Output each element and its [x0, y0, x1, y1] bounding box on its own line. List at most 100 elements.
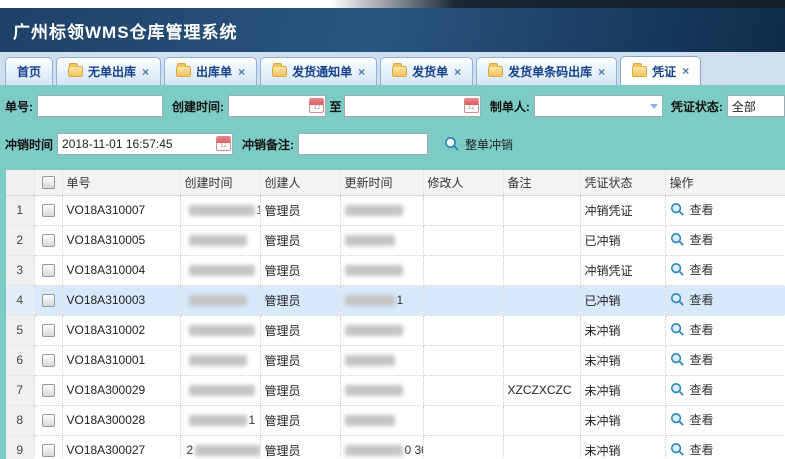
status-cell: 冲销凭证 [580, 195, 665, 225]
view-link[interactable]: 查看 [670, 441, 714, 458]
view-link[interactable]: 查看 [670, 201, 714, 218]
table-row[interactable]: 4 VO18A310003 管理员 1 已冲销 查看 [6, 285, 785, 315]
redacted-created-time [189, 325, 255, 336]
created-time-fragment: 1 [249, 413, 256, 427]
create-time-to-input[interactable] [344, 95, 480, 117]
redacted-updated-time [345, 325, 403, 336]
view-link[interactable]: 查看 [670, 381, 714, 398]
status-label: 凭证状态: [671, 98, 723, 115]
writeoff-whole-order-button[interactable]: 整单冲销 [444, 136, 513, 153]
col-order-no: 单号 [62, 170, 180, 195]
close-icon[interactable]: × [142, 66, 149, 78]
magnifier-icon [670, 382, 685, 397]
row-checkbox[interactable] [42, 294, 55, 307]
modifier-cell [423, 375, 503, 405]
updated-time-cell [340, 225, 423, 255]
folder-icon [272, 66, 287, 77]
close-icon[interactable]: × [598, 66, 605, 78]
view-link-label: 查看 [690, 261, 714, 278]
magnifier-icon [670, 262, 685, 277]
writeoff-time-input[interactable] [57, 133, 233, 155]
maker-select[interactable] [534, 95, 663, 117]
tab-item[interactable]: 发货通知单 × [260, 57, 377, 85]
note-cell [503, 315, 580, 345]
close-icon[interactable]: × [454, 66, 461, 78]
tab-item[interactable]: 凭证 × [620, 56, 701, 85]
table-row[interactable]: 9 VO18A300027 20 1 管理员 0 30 未冲销 查看 [6, 435, 785, 459]
table-row[interactable]: 7 VO18A300029 管理员 XZCZXCZC 未冲销 查看 [6, 375, 785, 405]
modifier-cell [423, 225, 503, 255]
redacted-created-time [189, 355, 247, 366]
row-checkbox[interactable] [42, 354, 55, 367]
writeoff-note-input[interactable] [298, 133, 428, 155]
tab-item[interactable]: 无单出库 × [56, 57, 161, 85]
operation-cell: 查看 [665, 345, 785, 375]
note-cell [503, 255, 580, 285]
operation-cell: 查看 [665, 405, 785, 435]
col-modifier: 修改人 [423, 170, 503, 195]
close-icon[interactable]: × [682, 65, 689, 77]
table-row[interactable]: 5 VO18A310002 管理员 未冲销 查看 [6, 315, 785, 345]
table-row[interactable]: 8 VO18A300028 1 管理员 未冲销 查看 [6, 405, 785, 435]
calendar-icon[interactable] [216, 136, 231, 151]
col-creator: 创建人 [260, 170, 340, 195]
status-cell: 未冲销 [580, 375, 665, 405]
creator-cell: 管理员 [260, 375, 340, 405]
app-title-bar: 广州标领WMS仓库管理系统 [0, 8, 785, 52]
folder-icon [632, 66, 647, 77]
row-checkbox[interactable] [42, 324, 55, 337]
redacted-updated-time [345, 445, 403, 456]
row-number-cell: 5 [6, 315, 34, 345]
maker-label: 制单人: [490, 98, 530, 115]
view-link[interactable]: 查看 [670, 231, 714, 248]
view-link[interactable]: 查看 [670, 291, 714, 308]
view-link[interactable]: 查看 [670, 351, 714, 368]
modifier-cell [423, 435, 503, 459]
row-checkbox[interactable] [42, 264, 55, 277]
close-icon[interactable]: × [358, 66, 365, 78]
modifier-cell [423, 285, 503, 315]
row-checkbox[interactable] [42, 234, 55, 247]
view-link[interactable]: 查看 [670, 411, 714, 428]
close-icon[interactable]: × [238, 66, 245, 78]
tab-item[interactable]: 首页 × [5, 57, 53, 85]
row-checkbox[interactable] [42, 204, 55, 217]
tab-item[interactable]: 发货单条码出库 × [476, 57, 617, 85]
modifier-cell [423, 255, 503, 285]
row-checkbox[interactable] [42, 444, 55, 457]
note-cell [503, 225, 580, 255]
creator-cell: 管理员 [260, 255, 340, 285]
table-row[interactable]: 1 VO18A310007 1 管理员 冲销凭证 查看 [6, 195, 785, 225]
order-no-input[interactable] [37, 95, 163, 117]
redacted-created-time [189, 415, 247, 426]
table-row[interactable]: 2 VO18A310005 管理员 已冲销 查看 [6, 225, 785, 255]
status-cell: 未冲销 [580, 315, 665, 345]
tab-item[interactable]: 出库单 × [164, 57, 257, 85]
modifier-cell [423, 345, 503, 375]
calendar-icon[interactable] [309, 98, 324, 113]
operation-cell: 查看 [665, 285, 785, 315]
view-link-label: 查看 [690, 231, 714, 248]
table-row[interactable]: 6 VO18A310001 管理员 未冲销 查看 [6, 345, 785, 375]
operation-cell: 查看 [665, 375, 785, 405]
voucher-table: 单号 创建时间 创建人 更新时间 修改人 备注 凭证状态 操作 1 VO18A3… [6, 170, 785, 459]
view-link-label: 查看 [690, 201, 714, 218]
status-select[interactable]: 全部 [727, 95, 785, 117]
updated-time-cell [340, 405, 423, 435]
voucher-table-area: 单号 创建时间 创建人 更新时间 修改人 备注 凭证状态 操作 1 VO18A3… [0, 170, 785, 459]
calendar-icon[interactable] [464, 98, 479, 113]
select-all-checkbox[interactable] [42, 176, 55, 189]
updated-time-cell: 1 [340, 285, 423, 315]
created-time-cell [180, 375, 260, 405]
row-checkbox[interactable] [42, 384, 55, 397]
view-link-label: 查看 [690, 381, 714, 398]
order-no-cell: VO18A310003 [62, 285, 180, 315]
row-number-cell: 6 [6, 345, 34, 375]
created-time-cell [180, 255, 260, 285]
col-operation: 操作 [665, 170, 785, 195]
table-row[interactable]: 3 VO18A310004 管理员 冲销凭证 查看 [6, 255, 785, 285]
view-link[interactable]: 查看 [670, 321, 714, 338]
view-link[interactable]: 查看 [670, 261, 714, 278]
tab-item[interactable]: 发货单 × [380, 57, 473, 85]
row-checkbox[interactable] [42, 414, 55, 427]
